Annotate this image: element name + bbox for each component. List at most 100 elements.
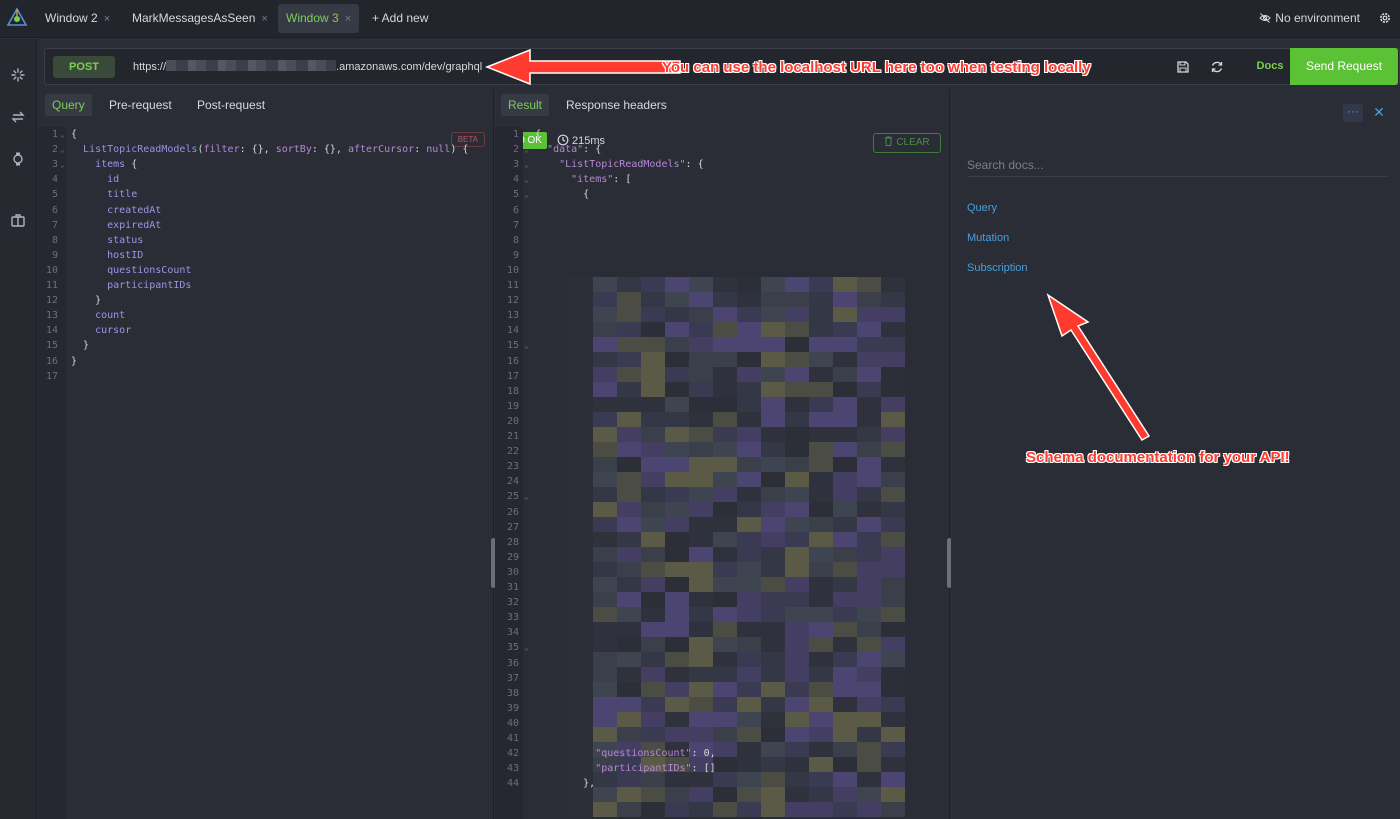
docs-link-query[interactable]: Query: [967, 202, 997, 214]
redaction-tile: [833, 307, 857, 322]
loading-icon[interactable]: [10, 67, 26, 83]
redaction-tile: [569, 652, 593, 667]
redaction-tile: [809, 637, 833, 652]
fold-chevron-icon[interactable]: ⌄: [524, 640, 529, 655]
fold-chevron-icon[interactable]: ⌄: [524, 338, 529, 353]
redaction-tile: [569, 382, 593, 397]
save-icon[interactable]: [1176, 60, 1190, 74]
window-tab-3[interactable]: Window 3 ×: [278, 4, 360, 33]
redaction-tile: [593, 697, 617, 712]
query-editor[interactable]: 1 ⌄{2 ⌄ ListTopicReadModels(filter: {}, so…: [38, 127, 493, 819]
window-tab-1[interactable]: Window 2 ×: [37, 4, 118, 33]
fold-chevron-icon[interactable]: ⌄: [524, 187, 529, 202]
line-number: 32: [506, 597, 519, 609]
redaction-tile: [569, 562, 593, 577]
tab-response-headers[interactable]: Response headers: [559, 94, 674, 116]
app-window: Window 2 × MarkMessagesAsSeen × Window 3 × …: [0, 0, 1400, 819]
tab-result[interactable]: Result: [501, 94, 550, 116]
json-line: "data": {: [547, 144, 602, 156]
redaction-tile: [617, 442, 641, 457]
query-subtabs: Query Pre-request Post-request: [38, 89, 493, 121]
swap-icon[interactable]: [10, 109, 26, 125]
redaction-tile: [857, 682, 881, 697]
redaction-tile: [569, 682, 593, 697]
url-input[interactable]: https:// .amazonaws.com/dev/graphql: [133, 60, 482, 73]
reload-icon[interactable]: [1210, 60, 1224, 74]
redaction-tile: [785, 397, 809, 412]
redaction-tile: [641, 562, 665, 577]
docs-link-subscription[interactable]: Subscription: [967, 262, 1028, 274]
redaction-tile: [737, 787, 761, 802]
redaction-tile: [857, 457, 881, 472]
docs-close-button[interactable]: ✕: [1371, 103, 1387, 121]
environment-selector[interactable]: No environment: [1259, 11, 1360, 25]
redaction-tile: [689, 667, 713, 682]
redaction-tile: [593, 517, 617, 532]
redaction-tile: [809, 727, 833, 742]
redaction-tile: [617, 457, 641, 472]
fold-chevron-icon[interactable]: ⌄: [60, 142, 65, 157]
redaction-tile: [809, 322, 833, 337]
line-number: 3: [51, 159, 58, 171]
add-new-window-button[interactable]: + Add new: [364, 4, 436, 33]
docs-link-mutation[interactable]: Mutation: [967, 232, 1009, 244]
redaction-tile: [617, 622, 641, 637]
redaction-tile: [713, 652, 737, 667]
redaction-tile: [665, 592, 689, 607]
redaction-tile: [689, 547, 713, 562]
fold-chevron-icon[interactable]: ⌄: [524, 172, 529, 187]
redaction-tile: [833, 562, 857, 577]
redaction-tile: [809, 427, 833, 442]
redaction-tile: [785, 802, 809, 817]
redaction-tile: [809, 712, 833, 727]
json-line: },: [535, 778, 596, 790]
redaction-tile: [737, 742, 761, 757]
close-icon[interactable]: ×: [104, 13, 110, 25]
history-icon[interactable]: [10, 151, 26, 167]
line-number: 15: [45, 340, 58, 352]
redaction-tile: [785, 607, 809, 622]
fold-chevron-icon[interactable]: ⌄: [60, 157, 65, 172]
redaction-tile: [857, 757, 881, 772]
redaction-tile: [617, 337, 641, 352]
collection-icon[interactable]: [10, 212, 26, 228]
redaction-tile: [809, 307, 833, 322]
tab-post-request[interactable]: Post-request: [190, 94, 272, 116]
redaction-tile: [665, 682, 689, 697]
fold-chevron-icon[interactable]: ⌄: [60, 127, 65, 142]
json-line: "ListTopicReadModels": {: [559, 159, 704, 171]
close-icon[interactable]: ×: [345, 13, 351, 25]
redaction-tile: [881, 517, 905, 532]
redaction-tile: [833, 727, 857, 742]
redaction-tile: [617, 667, 641, 682]
redaction-tile: [689, 592, 713, 607]
result-viewer[interactable]: 1 ⌄ {2 ⌄ "data": {3 ⌄ "ListTopicReadModels":…: [495, 127, 949, 819]
window-tab-2[interactable]: MarkMessagesAsSeen ×: [124, 4, 276, 33]
code-line: count: [95, 310, 126, 322]
send-request-button[interactable]: Send Request: [1290, 48, 1398, 85]
redaction-tile: [785, 682, 809, 697]
docs-toggle-button[interactable]: Docs: [1250, 48, 1290, 85]
http-method-select[interactable]: POST: [53, 56, 115, 78]
redaction-tile: [857, 487, 881, 502]
fold-chevron-icon[interactable]: ⌄: [524, 142, 529, 157]
redaction-tile: [569, 592, 593, 607]
fold-chevron-icon[interactable]: ⌄: [524, 489, 529, 504]
redaction-tile: [665, 487, 689, 502]
redaction-tile: [809, 337, 833, 352]
tab-query[interactable]: Query: [45, 94, 92, 116]
fold-chevron-icon[interactable]: ⌄: [524, 127, 529, 142]
close-icon[interactable]: ×: [261, 13, 267, 25]
redaction-tile: [617, 502, 641, 517]
docs-search-input[interactable]: Search docs...: [967, 155, 1388, 177]
line-number: 42: [506, 748, 519, 760]
redaction-tile: [881, 607, 905, 622]
redaction-tile: [665, 367, 689, 382]
docs-more-button[interactable]: ···: [1343, 104, 1363, 122]
altair-logo-icon[interactable]: [6, 7, 28, 29]
fold-chevron-icon[interactable]: ⌄: [524, 157, 529, 172]
redaction-tile: [737, 652, 761, 667]
redaction-tile: [857, 502, 881, 517]
gear-icon[interactable]: [1378, 11, 1392, 25]
tab-pre-request[interactable]: Pre-request: [102, 94, 179, 116]
